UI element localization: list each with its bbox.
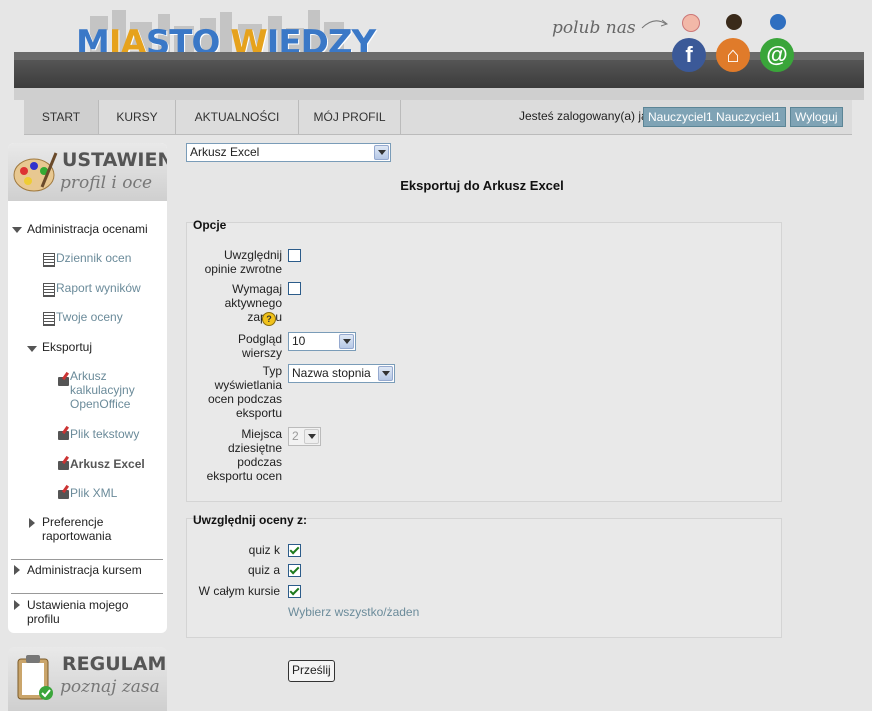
collapsed-icon (14, 600, 20, 610)
display-type-select[interactable]: Nazwa stopnia (288, 364, 395, 383)
preview-rows-label: Podgląd wierszy (237, 332, 282, 360)
export-txt-link[interactable]: Plik tekstowy (70, 427, 139, 441)
outcomes-report-link[interactable]: Raport wyników (56, 281, 141, 295)
expanded-icon (12, 227, 22, 233)
display-type-label: Typ wyświetlania ocen podczas eksportu (207, 364, 282, 420)
expanded-icon (27, 346, 37, 352)
admin-grades-label[interactable]: Administracja ocenami (27, 222, 148, 236)
course-admin-label[interactable]: Administracja kursem (27, 563, 142, 577)
course-admin-node[interactable] (14, 564, 20, 578)
select-all-link[interactable]: Wybierz wszystko/żaden (288, 605, 419, 619)
nav-news[interactable]: AKTUALNOŚCI (176, 100, 299, 134)
grade-item-label: W całym kursie (198, 584, 280, 598)
collapsed-icon (14, 565, 20, 575)
admin-grades-node[interactable] (12, 222, 22, 236)
facebook-icon[interactable]: f (670, 14, 710, 80)
grade-item-checkbox[interactable] (288, 544, 301, 557)
help-icon[interactable]: ? (262, 312, 276, 326)
profile-settings-label[interactable]: Ustawienia mojego profilu (27, 598, 128, 626)
options-legend: Opcje (193, 218, 227, 232)
report-icon (43, 312, 55, 326)
grader-report-link[interactable]: Dziennik ocen (56, 251, 131, 265)
include-grades-legend: Uwzględnij oceny z: (193, 513, 308, 527)
report-prefs-node[interactable] (29, 517, 35, 531)
settings-block-header: USTAWIENIA profil i oce (8, 143, 167, 201)
include-feedback-label: Uwzględnij opinie zwrotne (204, 248, 282, 276)
report-prefs-label[interactable]: Preferencje raportowania (42, 515, 111, 543)
require-active-checkbox[interactable] (288, 282, 301, 295)
nav-start[interactable]: START (24, 100, 99, 134)
like-us-text: polub nas (552, 18, 636, 38)
rules-block-header: REGULAMINY poznaj zasa (8, 647, 167, 711)
login-info: Jesteś zalogowany(a) jako (519, 109, 661, 123)
report-icon (43, 253, 55, 267)
settings-title: USTAWIENIA (62, 149, 167, 171)
chevron-down-icon (374, 145, 389, 160)
arrow-icon (641, 19, 669, 29)
grade-item-label: quiz k (248, 543, 280, 557)
email-icon[interactable]: @ (758, 14, 798, 80)
export-xml-link[interactable]: Plik XML (70, 486, 117, 500)
include-feedback-checkbox[interactable] (288, 249, 301, 262)
nav-courses[interactable]: KURSY (99, 100, 176, 134)
palette-icon (13, 152, 58, 192)
main-navigation: START KURSY AKTUALNOŚCI MÓJ PROFIL Jeste… (24, 100, 852, 135)
chevron-down-icon (378, 366, 393, 381)
export-icon (58, 431, 69, 440)
grade-item-checkbox[interactable] (288, 564, 301, 577)
home-icon[interactable]: ⌂ (714, 14, 754, 80)
export-icon (58, 490, 69, 499)
profile-settings-node[interactable] (14, 599, 20, 613)
main-content: Arkusz Excel Eksportuj do Arkusz Excel O… (182, 140, 872, 711)
export-icon (58, 461, 69, 470)
site-header: MIASTO WIEDZY polub nas f ⌂ @ (0, 0, 872, 100)
clipboard-icon (17, 655, 53, 700)
rules-subtitle: poznaj zasa (60, 677, 160, 697)
preview-rows-select[interactable]: 10 (288, 332, 356, 351)
report-icon (43, 283, 55, 297)
your-grades-link[interactable]: Twoje oceny (56, 310, 123, 324)
chevron-down-icon (339, 334, 354, 349)
logout-button[interactable]: Wyloguj (790, 107, 843, 127)
export-format-select[interactable]: Arkusz Excel (186, 143, 391, 162)
settings-block: USTAWIENIA profil i oce Administracja oc… (8, 143, 167, 633)
grade-item-checkbox[interactable] (288, 585, 301, 598)
user-profile-button[interactable]: Nauczyciel1 Nauczyciel1 (643, 107, 786, 127)
export-label[interactable]: Eksportuj (42, 340, 92, 354)
page-title: Eksportuj do Arkusz Excel (400, 178, 564, 193)
rules-title: REGULAMINY (62, 653, 167, 675)
export-ods-link[interactable]: Arkusz kalkulacyjny OpenOffice (70, 369, 135, 411)
decimal-points-label: Miejsca dziesiętne podczas eksportu ocen (206, 427, 282, 483)
export-icon (58, 377, 69, 386)
decimal-points-select[interactable]: 2 (288, 427, 321, 446)
settings-subtitle: profil i oce (60, 173, 153, 193)
grade-item-label: quiz a (247, 563, 280, 577)
collapsed-icon (29, 518, 35, 528)
export-node[interactable] (27, 341, 37, 355)
export-xls-current: Arkusz Excel (70, 457, 145, 471)
submit-button[interactable]: Prześlij (288, 660, 335, 682)
include-grades-fieldset: Uwzględnij oceny z: (186, 513, 782, 638)
nav-my-profile[interactable]: MÓJ PROFIL (299, 100, 401, 134)
chevron-down-icon (304, 429, 319, 444)
